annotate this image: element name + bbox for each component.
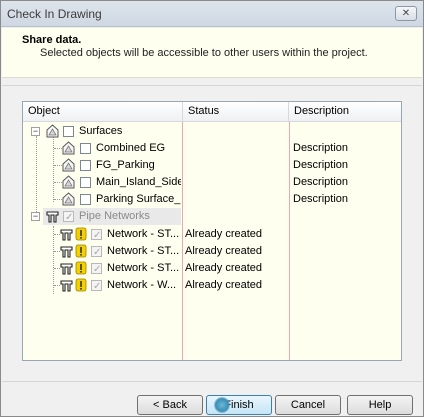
header-title: Share data. — [22, 34, 82, 46]
item-name: Combined EG — [96, 142, 166, 154]
object-cell: Network - ST... — [23, 260, 181, 277]
header-subtitle: Selected objects will be accessible to o… — [40, 47, 368, 59]
column-header-row: Object Status Description — [23, 102, 401, 122]
description-cell[interactable] — [293, 226, 399, 243]
header-divider — [2, 85, 422, 86]
pipe-network-icon — [60, 229, 73, 241]
status-cell — [185, 174, 289, 191]
item-name: Parking Surface_... — [96, 193, 181, 205]
object-cell: Network - ST... — [23, 243, 181, 260]
help-button[interactable]: Help — [347, 395, 413, 415]
item-checkbox[interactable] — [91, 227, 102, 243]
item-name: Network - ST... — [107, 228, 180, 240]
item-checkbox[interactable] — [91, 261, 102, 277]
item-name: FG_Parking — [96, 159, 155, 171]
status-cell — [185, 157, 289, 174]
cancel-button[interactable]: Cancel — [275, 395, 341, 415]
status-cell — [185, 191, 289, 208]
item-checkbox[interactable] — [80, 194, 91, 205]
column-header-object[interactable]: Object — [23, 102, 183, 122]
surface-icon — [46, 124, 59, 138]
object-cell: FG_Parking — [23, 157, 181, 174]
tree-row[interactable]: FG_Parking Description — [23, 157, 401, 174]
tree-row[interactable]: Network - W... Already created — [23, 277, 401, 294]
close-button[interactable]: ✕ — [395, 6, 417, 21]
item-checkbox[interactable] — [80, 160, 91, 171]
object-cell: Main_Island_Side... — [23, 174, 181, 191]
object-cell: Network - W... — [23, 277, 181, 294]
item-name: Main_Island_Side... — [96, 176, 181, 188]
object-cell: Network - ST... — [23, 226, 181, 243]
tree-group-pipe-networks[interactable]: − Pipe Networks — [23, 208, 401, 225]
status-cell: Already created — [185, 279, 263, 291]
object-cell: − Pipe Networks — [23, 208, 181, 225]
object-cell: Parking Surface_... — [23, 191, 181, 208]
status-cell: Already created — [185, 245, 263, 257]
surfaces-checkbox[interactable] — [63, 126, 74, 137]
description-cell[interactable]: Description — [293, 191, 399, 208]
title-bar: Check In Drawing ✕ — [1, 1, 423, 27]
item-name: Network - W... — [107, 279, 177, 291]
footer-divider — [2, 381, 422, 382]
pipe-network-icon — [60, 263, 73, 275]
tree-row[interactable]: Combined EG Description — [23, 140, 401, 157]
collapse-icon[interactable]: − — [31, 212, 40, 221]
description-cell[interactable]: Description — [293, 140, 399, 157]
tree-row[interactable]: Parking Surface_... Description — [23, 191, 401, 208]
description-cell[interactable] — [293, 260, 399, 277]
collapse-icon[interactable]: − — [31, 127, 40, 136]
tree-group-surfaces[interactable]: − Surfaces — [23, 123, 401, 140]
pipe-network-icon — [46, 211, 59, 223]
warning-icon — [75, 278, 87, 292]
warning-icon — [75, 244, 87, 258]
pipe-network-icon — [60, 246, 73, 258]
tree-row[interactable]: Network - ST... Already created — [23, 243, 401, 260]
group-label: Surfaces — [79, 125, 123, 137]
group-label: Pipe Networks — [79, 210, 150, 222]
object-cell: Combined EG — [23, 140, 181, 157]
item-name: Network - ST... — [107, 262, 180, 274]
back-button[interactable]: < Back — [137, 395, 203, 415]
tree-row[interactable]: Main_Island_Side... Description — [23, 174, 401, 191]
description-cell[interactable] — [293, 243, 399, 260]
item-checkbox[interactable] — [91, 244, 102, 260]
check-in-drawing-dialog: Check In Drawing ✕ Share data. Selected … — [0, 0, 424, 417]
warning-icon — [75, 261, 87, 275]
surface-icon — [62, 141, 75, 155]
column-header-description[interactable]: Description — [289, 102, 401, 122]
pipe-network-icon — [60, 280, 73, 292]
window-title: Check In Drawing — [7, 7, 102, 21]
pipe-networks-checkbox[interactable] — [63, 209, 74, 225]
status-cell — [185, 140, 289, 157]
header-panel: Share data. Selected objects will be acc… — [2, 28, 422, 78]
tree-row[interactable]: Network - ST... Already created — [23, 260, 401, 277]
object-tree[interactable]: Object Status Description − Surfaces Com… — [22, 101, 402, 361]
status-cell: Already created — [185, 262, 263, 274]
item-name: Network - ST... — [107, 245, 180, 257]
item-checkbox[interactable] — [91, 278, 102, 294]
warning-icon — [75, 227, 87, 241]
column-header-status[interactable]: Status — [183, 102, 289, 122]
item-checkbox[interactable] — [80, 143, 91, 154]
description-cell[interactable]: Description — [293, 157, 399, 174]
object-cell: − Surfaces — [23, 123, 181, 140]
tree-row[interactable]: Network - ST... Already created — [23, 226, 401, 243]
surface-icon — [62, 175, 75, 189]
description-cell[interactable] — [293, 277, 399, 294]
surface-icon — [62, 158, 75, 172]
item-checkbox[interactable] — [80, 177, 91, 188]
surface-icon — [62, 192, 75, 206]
busy-cursor-icon — [214, 397, 230, 413]
status-cell: Already created — [185, 228, 263, 240]
description-cell[interactable]: Description — [293, 174, 399, 191]
